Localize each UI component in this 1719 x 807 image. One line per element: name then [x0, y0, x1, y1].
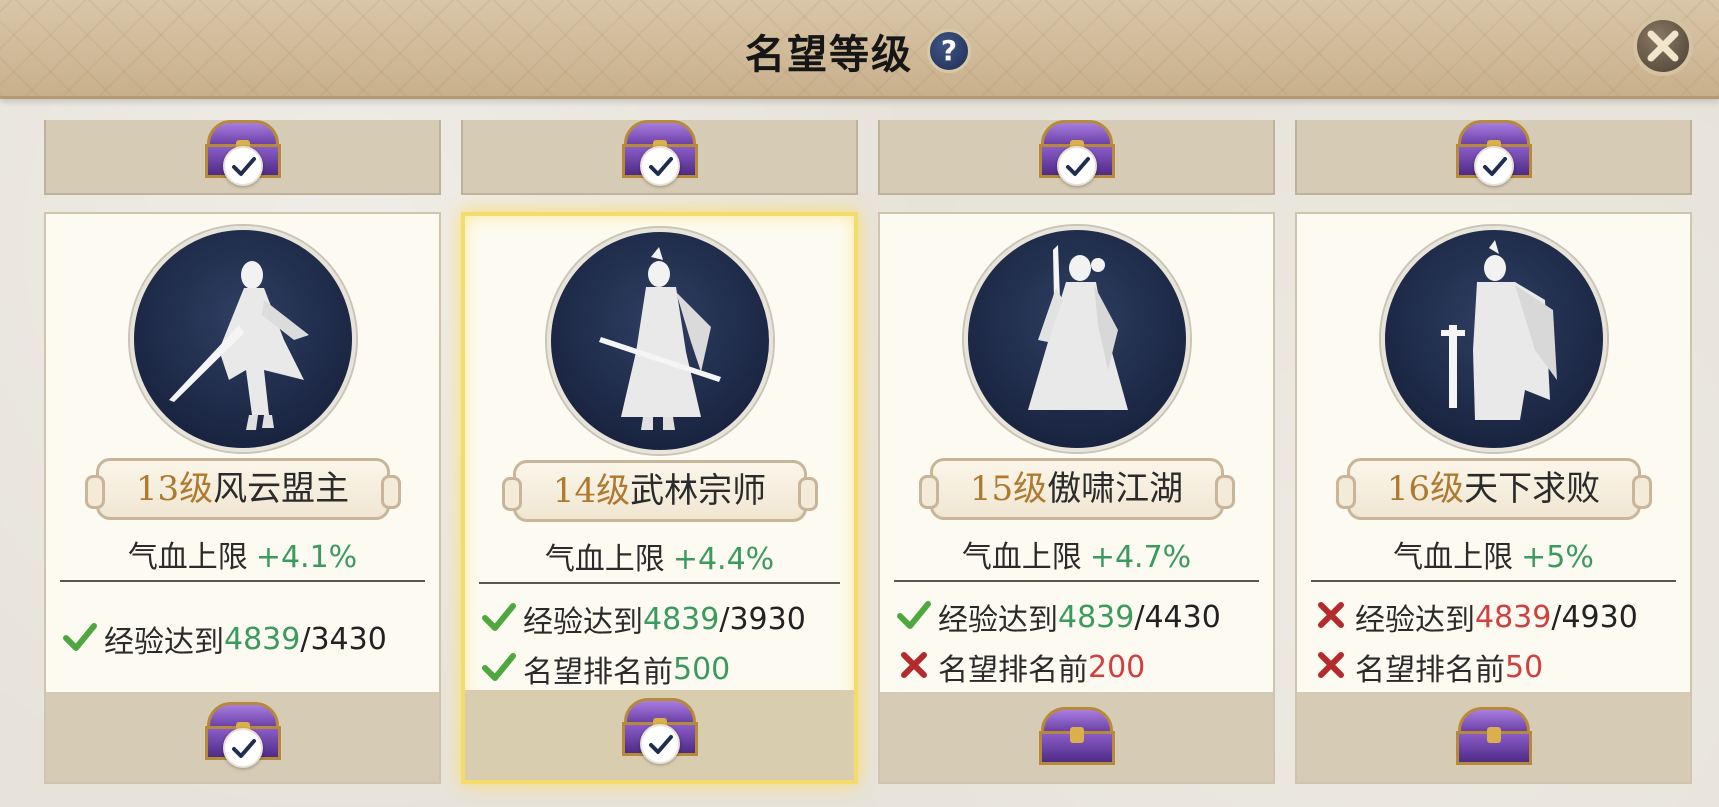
attribute-label: 气血上限: [127, 540, 248, 575]
prev-level-reward-slot[interactable]: [44, 120, 441, 195]
rank-name: 风云盟主: [213, 469, 350, 509]
requirement-current: 4839: [1475, 599, 1552, 635]
close-icon: [1647, 30, 1679, 62]
rank-card-14[interactable]: 14级武林宗师 气血上限 +4.4% 经验达到 4839/3930 名望排名前 500: [461, 212, 858, 784]
requirement-list: 经验达到 4839/4930 名望排名前 50: [1313, 592, 1680, 692]
requirement-list: 经验达到 4839/3930 名望排名前 500: [481, 594, 844, 694]
claimed-check-icon: [639, 146, 680, 186]
attribute-label: 气血上限: [1393, 540, 1514, 575]
attribute-value: +4.7%: [1089, 540, 1192, 575]
header-bar: 名望等级 ?: [0, 0, 1719, 99]
requirement-current: 200: [1088, 649, 1146, 685]
level-reward-slot[interactable]: [1297, 692, 1690, 782]
claimed-check-icon: [222, 728, 263, 768]
blademaster-silhouette-icon: [546, 228, 773, 454]
level-label: 16级: [1386, 469, 1465, 509]
help-button[interactable]: ?: [927, 29, 971, 73]
page-title: 名望等级: [745, 31, 913, 78]
attribute-label: 气血上限: [961, 540, 1082, 575]
level-reward-slot[interactable]: [465, 690, 854, 780]
close-button[interactable]: [1633, 16, 1693, 76]
level-label: 14级: [552, 471, 631, 511]
requirement-current: 4839: [224, 621, 301, 657]
rank-name-plate: 14级武林宗师: [501, 460, 818, 522]
treasure-chest-icon: [1454, 707, 1534, 767]
check-icon: [481, 601, 521, 637]
requirement-target: /4930: [1551, 599, 1638, 635]
requirement-current: 500: [673, 651, 731, 687]
attribute-bonus: 气血上限 +4.4%: [465, 534, 854, 578]
requirement-label: 经验达到: [1355, 603, 1475, 638]
check-icon: [896, 599, 936, 635]
claimed-check-icon: [1056, 146, 1097, 186]
rank-name-plate: 15级傲啸江湖: [918, 458, 1235, 520]
attribute-value: +4.4%: [672, 542, 775, 577]
sage-silhouette-icon: [963, 226, 1190, 452]
warlord-silhouette-icon: [1380, 226, 1607, 452]
requirement-target: /3430: [300, 621, 387, 657]
prev-level-reward-slot[interactable]: [1295, 120, 1692, 195]
treasure-chest-icon: [1037, 707, 1117, 767]
requirement-target: /3930: [719, 601, 806, 637]
claimed-check-icon: [639, 724, 680, 764]
requirement-exp: 经验达到 4839/4430: [896, 592, 1263, 642]
level-reward-slot[interactable]: [880, 692, 1273, 782]
divider: [894, 580, 1259, 582]
rank-card-16[interactable]: 16级天下求败 气血上限 +5% 经验达到 4839/4930 名望排名前 50: [1295, 212, 1692, 784]
rank-name: 武林宗师: [630, 471, 767, 511]
rank-name-plate: 13级风云盟主: [84, 458, 401, 520]
attribute-value: +4.1%: [255, 540, 358, 575]
requirement-label: 经验达到: [104, 625, 224, 660]
requirement-label: 名望排名前: [523, 655, 673, 690]
requirement-current: 50: [1505, 649, 1544, 685]
prev-level-reward-slot[interactable]: [878, 120, 1275, 195]
attribute-bonus: 气血上限 +5%: [1297, 532, 1690, 576]
requirement-exp: 经验达到 4839/3930: [481, 594, 844, 644]
prev-level-reward-slot[interactable]: [461, 120, 858, 195]
requirement-list: 经验达到 4839/4430 名望排名前 200: [896, 592, 1263, 692]
divider: [1311, 580, 1676, 582]
requirement-target: /4430: [1134, 599, 1221, 635]
requirement-label: 名望排名前: [938, 653, 1088, 688]
swordsman-silhouette-icon: [129, 226, 356, 452]
divider: [60, 580, 425, 582]
claimed-check-icon: [222, 146, 263, 186]
requirement-rank: 名望排名前 200: [896, 642, 1263, 692]
requirement-exp: 经验达到 4839/3430: [62, 614, 429, 664]
requirement-rank: 名望排名前 50: [1313, 642, 1680, 692]
level-label: 15级: [969, 469, 1048, 509]
requirement-label: 经验达到: [938, 603, 1058, 638]
check-icon: [62, 621, 102, 657]
level-label: 13级: [135, 469, 214, 509]
rank-name: 天下求败: [1464, 469, 1601, 509]
requirement-exp: 经验达到 4839/4930: [1313, 592, 1680, 642]
cross-icon: [1313, 649, 1353, 685]
requirement-rank: 名望排名前 500: [481, 644, 844, 694]
requirement-label: 经验达到: [523, 605, 643, 640]
check-icon: [481, 651, 521, 687]
cross-icon: [896, 649, 936, 685]
rank-card-13[interactable]: 13级风云盟主 气血上限 +4.1% 经验达到 4839/3430: [44, 212, 441, 784]
requirement-list: 经验达到 4839/3430: [62, 614, 429, 664]
rank-card-15[interactable]: 15级傲啸江湖 气血上限 +4.7% 经验达到 4839/4430 名望排名前 200: [878, 212, 1275, 784]
cross-icon: [1313, 599, 1353, 635]
divider: [479, 582, 840, 584]
requirement-label: 名望排名前: [1355, 653, 1505, 688]
requirement-current: 4839: [1058, 599, 1135, 635]
rank-name-plate: 16级天下求败: [1335, 458, 1652, 520]
attribute-label: 气血上限: [544, 542, 665, 577]
requirement-current: 4839: [643, 601, 720, 637]
rank-name: 傲啸江湖: [1047, 469, 1184, 509]
attribute-bonus: 气血上限 +4.7%: [880, 532, 1273, 576]
claimed-check-icon: [1473, 146, 1514, 186]
level-reward-slot[interactable]: [46, 692, 439, 782]
attribute-value: +5%: [1521, 540, 1594, 575]
attribute-bonus: 气血上限 +4.1%: [46, 532, 439, 576]
